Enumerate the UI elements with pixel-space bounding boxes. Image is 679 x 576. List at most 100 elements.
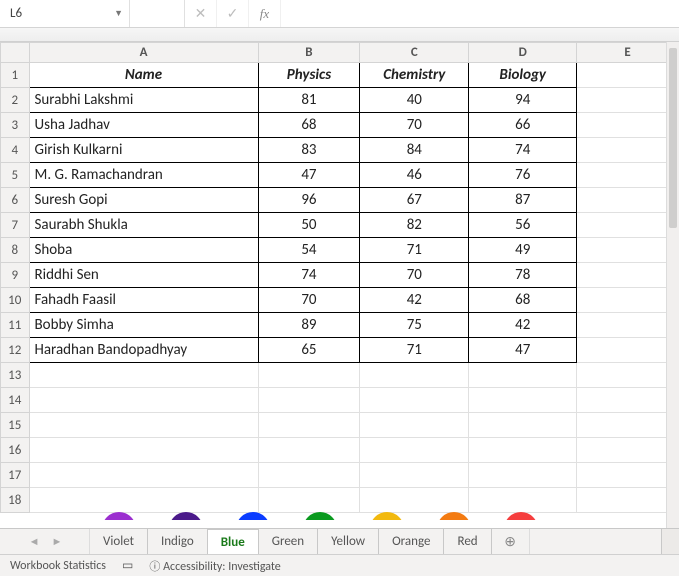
cancel-formula-button[interactable]: ✕ bbox=[185, 0, 217, 27]
name-cell[interactable]: Riddhi Sen bbox=[29, 263, 258, 288]
score-cell[interactable]: 67 bbox=[360, 188, 469, 213]
cell[interactable] bbox=[577, 113, 679, 138]
sheet-tab-yellow[interactable]: Yellow bbox=[318, 529, 379, 554]
cell[interactable] bbox=[360, 438, 469, 463]
cell[interactable] bbox=[469, 438, 577, 463]
col-header-C[interactable]: C bbox=[360, 43, 469, 63]
row-header[interactable]: 16 bbox=[1, 438, 30, 463]
sheet-tab-orange[interactable]: Orange bbox=[379, 529, 444, 554]
score-cell[interactable]: 68 bbox=[258, 113, 360, 138]
score-cell[interactable]: 71 bbox=[360, 338, 469, 363]
name-box-dropdown-icon[interactable]: ▼ bbox=[114, 8, 123, 19]
workbook-statistics-label[interactable]: Workbook Statistics bbox=[10, 559, 106, 573]
name-cell[interactable]: Girish Kulkarni bbox=[29, 138, 258, 163]
score-cell[interactable]: 47 bbox=[469, 338, 577, 363]
score-cell[interactable]: 49 bbox=[469, 238, 577, 263]
score-cell[interactable]: 83 bbox=[258, 138, 360, 163]
cell[interactable] bbox=[258, 363, 360, 388]
new-sheet-button[interactable]: ⊕ bbox=[492, 529, 530, 554]
cell[interactable] bbox=[469, 488, 577, 513]
score-cell[interactable]: 42 bbox=[360, 288, 469, 313]
name-cell[interactable]: Surabhi Lakshmi bbox=[29, 88, 258, 113]
score-cell[interactable]: 66 bbox=[469, 113, 577, 138]
row-header[interactable]: 3 bbox=[1, 113, 30, 138]
cell[interactable] bbox=[577, 238, 679, 263]
row-header[interactable]: 18 bbox=[1, 488, 30, 513]
insert-function-button[interactable]: fx bbox=[249, 0, 281, 27]
row-header[interactable]: 9 bbox=[1, 263, 30, 288]
name-cell[interactable]: Bobby Simha bbox=[29, 313, 258, 338]
name-cell[interactable]: Shoba bbox=[29, 238, 258, 263]
cell[interactable] bbox=[577, 188, 679, 213]
score-cell[interactable]: 74 bbox=[469, 138, 577, 163]
score-cell[interactable]: 70 bbox=[360, 113, 469, 138]
vertical-scrollbar[interactable] bbox=[666, 42, 679, 528]
score-cell[interactable]: 74 bbox=[258, 263, 360, 288]
row-header[interactable]: 13 bbox=[1, 363, 30, 388]
vertical-scrollbar-thumb[interactable] bbox=[669, 48, 677, 228]
score-cell[interactable]: 78 bbox=[469, 263, 577, 288]
score-cell[interactable]: 40 bbox=[360, 88, 469, 113]
sheet-tab-blue[interactable]: Blue bbox=[208, 529, 259, 555]
name-cell[interactable]: M. G. Ramachandran bbox=[29, 163, 258, 188]
score-cell[interactable]: 82 bbox=[360, 213, 469, 238]
cell[interactable] bbox=[360, 363, 469, 388]
sheet-nav-buttons[interactable]: ◄ ► bbox=[0, 529, 90, 554]
table-header-cell[interactable]: Biology bbox=[469, 63, 577, 88]
cell[interactable] bbox=[469, 413, 577, 438]
row-header[interactable]: 17 bbox=[1, 463, 30, 488]
cell[interactable] bbox=[577, 138, 679, 163]
cell[interactable] bbox=[577, 263, 679, 288]
score-cell[interactable]: 50 bbox=[258, 213, 360, 238]
table-header-cell[interactable]: Physics bbox=[258, 63, 360, 88]
cell[interactable] bbox=[29, 388, 258, 413]
cell[interactable] bbox=[29, 463, 258, 488]
score-cell[interactable]: 84 bbox=[360, 138, 469, 163]
score-cell[interactable]: 46 bbox=[360, 163, 469, 188]
cell[interactable] bbox=[469, 463, 577, 488]
table-header-cell[interactable]: Name bbox=[29, 63, 258, 88]
display-settings-icon[interactable]: ▭ bbox=[122, 558, 133, 573]
cell[interactable] bbox=[258, 488, 360, 513]
cell[interactable] bbox=[29, 438, 258, 463]
cell[interactable] bbox=[577, 63, 679, 88]
col-header-A[interactable]: A bbox=[29, 43, 258, 63]
cell[interactable] bbox=[469, 388, 577, 413]
tab-scroll-region[interactable] bbox=[530, 529, 661, 554]
row-header[interactable]: 5 bbox=[1, 163, 30, 188]
score-cell[interactable]: 47 bbox=[258, 163, 360, 188]
score-cell[interactable]: 70 bbox=[360, 263, 469, 288]
row-header[interactable]: 12 bbox=[1, 338, 30, 363]
score-cell[interactable]: 89 bbox=[258, 313, 360, 338]
cell[interactable] bbox=[258, 388, 360, 413]
row-header[interactable]: 6 bbox=[1, 188, 30, 213]
cell[interactable] bbox=[577, 463, 679, 488]
name-cell[interactable]: Fahadh Faasil bbox=[29, 288, 258, 313]
cell[interactable] bbox=[29, 488, 258, 513]
score-cell[interactable]: 70 bbox=[258, 288, 360, 313]
name-cell[interactable]: Saurabh Shukla bbox=[29, 213, 258, 238]
cell[interactable] bbox=[577, 388, 679, 413]
row-header[interactable]: 8 bbox=[1, 238, 30, 263]
score-cell[interactable]: 71 bbox=[360, 238, 469, 263]
row-header[interactable]: 2 bbox=[1, 88, 30, 113]
cell[interactable] bbox=[577, 163, 679, 188]
cell[interactable] bbox=[577, 88, 679, 113]
spreadsheet-grid[interactable]: A B C D E 1NamePhysicsChemistryBiology2S… bbox=[0, 42, 679, 513]
row-header[interactable]: 4 bbox=[1, 138, 30, 163]
cell[interactable] bbox=[577, 313, 679, 338]
score-cell[interactable]: 75 bbox=[360, 313, 469, 338]
col-header-D[interactable]: D bbox=[469, 43, 577, 63]
name-box[interactable]: L6 ▼ bbox=[0, 0, 130, 27]
cell[interactable] bbox=[469, 363, 577, 388]
cell[interactable] bbox=[360, 413, 469, 438]
cell[interactable] bbox=[577, 438, 679, 463]
cell[interactable] bbox=[360, 388, 469, 413]
score-cell[interactable]: 56 bbox=[469, 213, 577, 238]
cell[interactable] bbox=[577, 363, 679, 388]
score-cell[interactable]: 81 bbox=[258, 88, 360, 113]
row-header[interactable]: 14 bbox=[1, 388, 30, 413]
cell[interactable] bbox=[577, 288, 679, 313]
cell[interactable] bbox=[577, 338, 679, 363]
row-header[interactable]: 10 bbox=[1, 288, 30, 313]
